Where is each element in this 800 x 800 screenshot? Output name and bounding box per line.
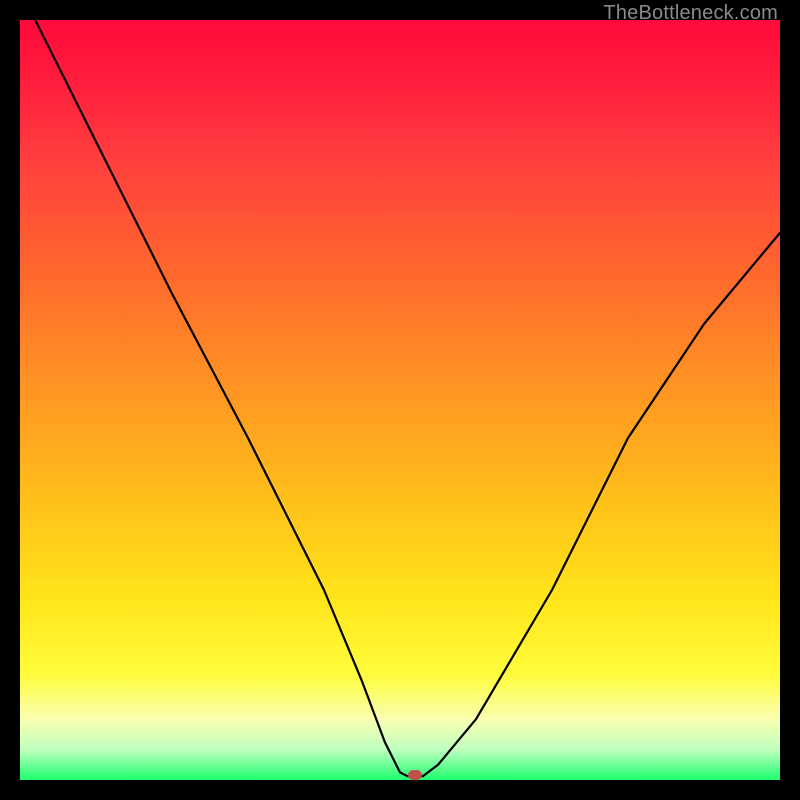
bottleneck-marker xyxy=(408,770,422,780)
plot-area xyxy=(20,20,780,780)
bottleneck-curve xyxy=(20,20,780,780)
chart-frame: TheBottleneck.com xyxy=(0,0,800,800)
